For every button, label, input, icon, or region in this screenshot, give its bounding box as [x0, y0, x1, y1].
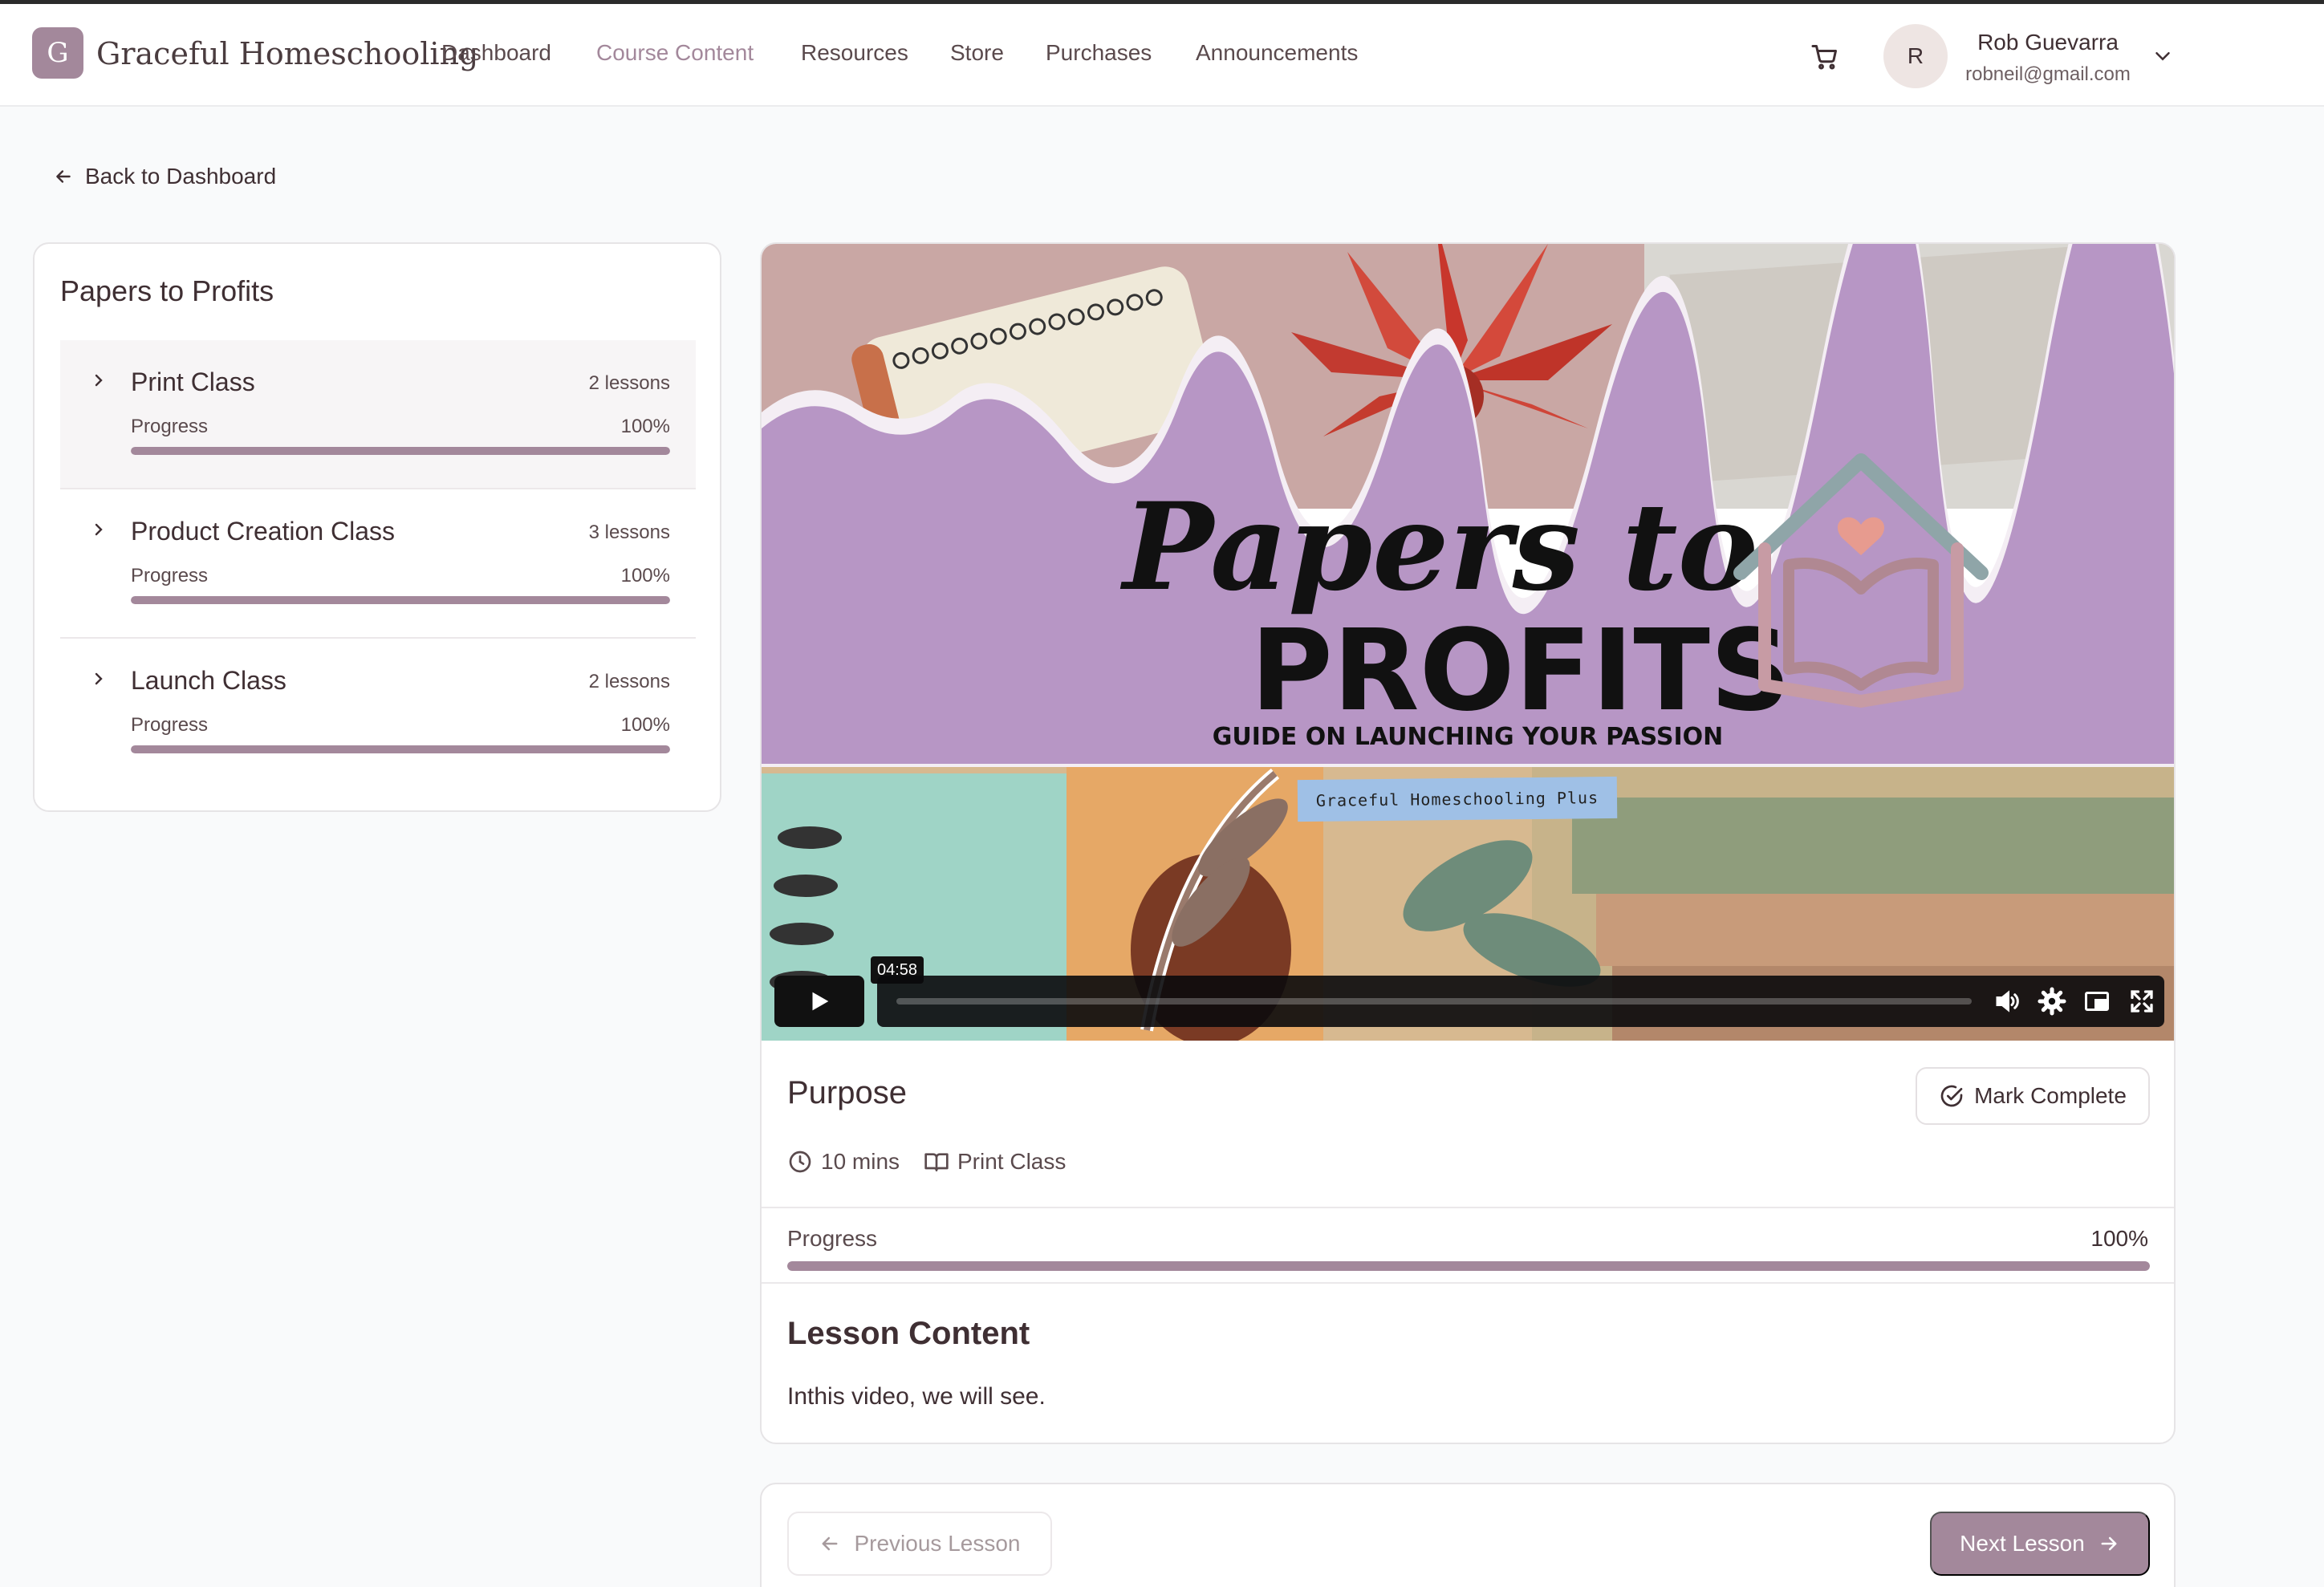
play-button[interactable] [774, 976, 864, 1027]
cart-icon[interactable] [1810, 43, 1839, 71]
progress-fill [131, 745, 670, 753]
lesson-count: 2 lessons [588, 671, 670, 692]
lesson-count: 3 lessons [588, 522, 670, 543]
play-icon [812, 992, 829, 1011]
check-circle-icon [1940, 1085, 1963, 1107]
brand-name[interactable]: Graceful Homeschooling [96, 36, 478, 71]
nav-course-content[interactable]: Course Content [596, 40, 754, 66]
thumbnail-caps-title: PROFITS [1250, 606, 1790, 737]
progress-value: 100% [620, 714, 670, 736]
lesson-module: Print Class [924, 1146, 1066, 1178]
next-lesson-button[interactable]: Next Lesson [1930, 1512, 2150, 1576]
lesson-duration: 10 mins [787, 1146, 900, 1178]
thumbnail-subtitle: GUIDE ON LAUNCHING YOUR PASSION [1213, 723, 1724, 751]
module-product-creation-class[interactable]: Product Creation Class 3 lessons Progres… [60, 489, 696, 639]
module-name[interactable]: Launch Class [131, 666, 286, 696]
previous-lesson-button[interactable]: Previous Lesson [787, 1512, 1052, 1576]
settings-gear-icon[interactable] [2038, 987, 2066, 1016]
back-to-dashboard-link[interactable]: Back to Dashboard [53, 160, 276, 193]
nav-resources[interactable]: Resources [801, 40, 908, 66]
lesson-progress-bar [787, 1261, 2150, 1271]
progress-label: Progress [131, 416, 209, 437]
module-name[interactable]: Product Creation Class [131, 517, 395, 546]
lesson-card: Papers to PROFITS GUIDE ON LAUNCHING YOU… [760, 242, 2176, 1444]
video-player[interactable]: Papers to PROFITS GUIDE ON LAUNCHING YOU… [762, 244, 2174, 1041]
lesson-content-body: Inthis video, we will see. [787, 1383, 1046, 1410]
lesson-title: Purpose [787, 1075, 907, 1110]
nav-announcements[interactable]: Announcements [1196, 40, 1358, 66]
progress-bar [131, 596, 670, 604]
arrow-left-icon [56, 170, 71, 183]
chevron-right-icon[interactable] [89, 669, 108, 688]
module-launch-class[interactable]: Launch Class 2 lessons Progress 100% [60, 639, 696, 788]
arrow-right-icon [2101, 1536, 2117, 1551]
module-text: Print Class [957, 1149, 1067, 1174]
nav-dashboard[interactable]: Dashboard [441, 40, 551, 66]
course-sidebar: Papers to Profits Print Class 2 lessons … [33, 242, 721, 812]
duration-text: 10 mins [821, 1149, 900, 1174]
picture-in-picture-icon[interactable] [2082, 987, 2111, 1016]
mark-complete-button[interactable]: Mark Complete [1916, 1067, 2150, 1125]
lesson-progress-fill [787, 1261, 2150, 1271]
previous-lesson-label: Previous Lesson [854, 1531, 1021, 1556]
chevron-right-icon[interactable] [89, 371, 108, 390]
back-label: Back to Dashboard [85, 164, 277, 189]
logo-letter: G [47, 37, 69, 69]
progress-value: 100% [620, 565, 670, 586]
progress-bar [131, 447, 670, 455]
module-print-class[interactable]: Print Class 2 lessons Progress 100% [60, 340, 696, 489]
progress-label: Progress [131, 714, 209, 736]
lesson-pager: Previous Lesson Next Lesson [760, 1483, 2176, 1587]
arrow-left-icon [823, 1536, 838, 1551]
fullscreen-icon[interactable] [2127, 987, 2156, 1016]
lesson-progress-label: Progress [787, 1226, 878, 1251]
chevron-down-icon[interactable] [2151, 44, 2175, 68]
user-name[interactable]: Rob Guevarra [1960, 30, 2136, 55]
volume-icon[interactable] [1993, 987, 2021, 1016]
lesson-count: 2 lessons [588, 372, 670, 394]
progress-fill [131, 596, 670, 604]
logo[interactable]: G [32, 27, 83, 79]
lesson-content-heading: Lesson Content [787, 1316, 1030, 1351]
video-thumbnail: Papers to PROFITS GUIDE ON LAUNCHING YOU… [762, 244, 2174, 1041]
progress-bar [131, 745, 670, 753]
video-scrubber[interactable] [896, 998, 1972, 1005]
progress-fill [131, 447, 670, 455]
thumbnail-label: Graceful Homeschooling Plus [1297, 776, 1618, 822]
control-bar [877, 976, 2164, 1027]
nav-purchases[interactable]: Purchases [1046, 40, 1152, 66]
module-name[interactable]: Print Class [131, 367, 255, 397]
thumbnail-script-title: Papers to [1119, 477, 1757, 618]
mark-complete-label: Mark Complete [1974, 1083, 2127, 1108]
user-email: robneil@gmail.com [1965, 63, 2131, 85]
next-lesson-label: Next Lesson [1960, 1531, 2085, 1556]
divider [762, 1207, 2174, 1208]
course-title: Papers to Profits [60, 274, 274, 307]
book-open-icon [924, 1153, 949, 1171]
video-controls [774, 976, 2164, 1027]
nav-store[interactable]: Store [950, 40, 1004, 66]
top-navbar: G Graceful Homeschooling Dashboard Cours… [0, 4, 2324, 107]
progress-label: Progress [131, 565, 209, 586]
lesson-progress-value: 100% [2090, 1226, 2148, 1251]
clock-icon [789, 1151, 811, 1173]
avatar[interactable]: R [1883, 24, 1948, 88]
progress-value: 100% [620, 416, 670, 437]
divider [762, 1282, 2174, 1284]
chevron-right-icon[interactable] [89, 520, 108, 539]
